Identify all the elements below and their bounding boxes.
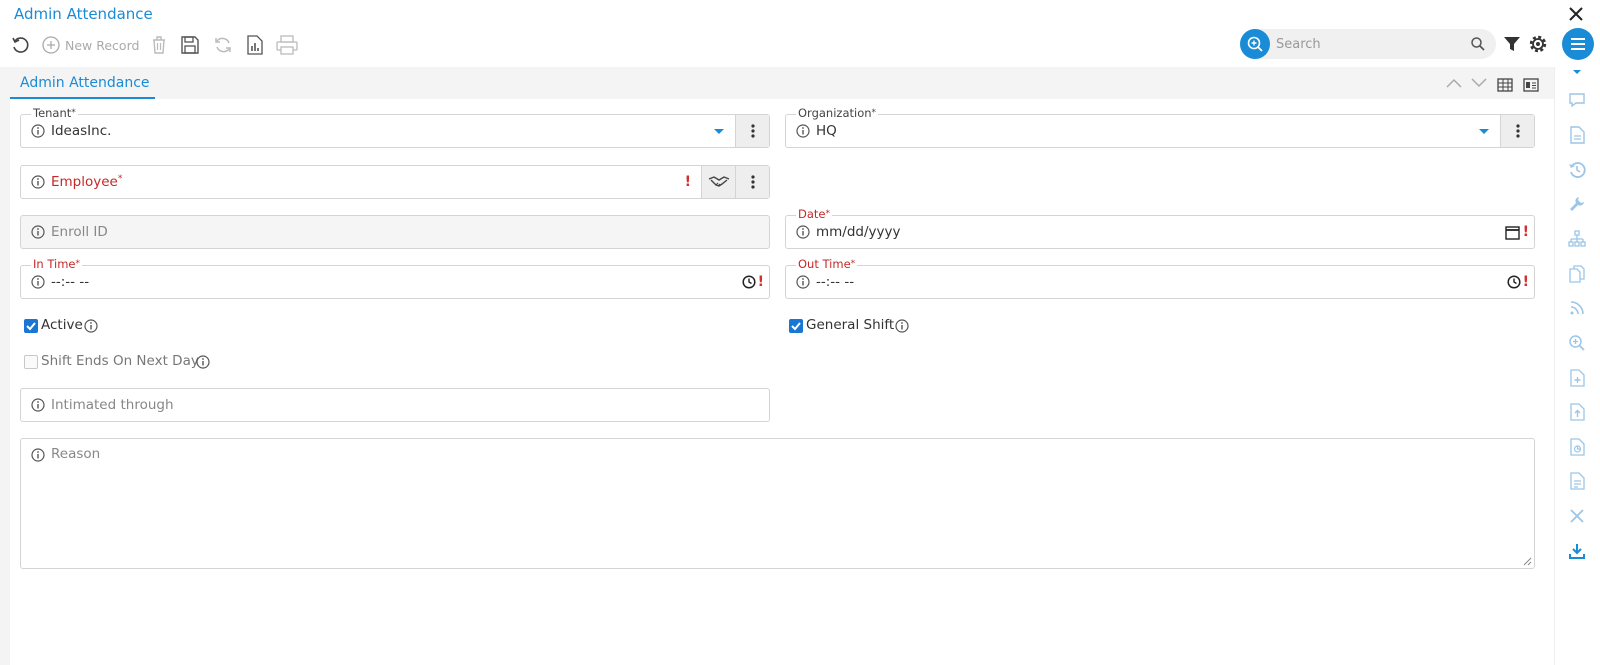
error-icon: ! [1522,224,1529,240]
employee-lookup-button[interactable] [701,166,735,198]
app-title: Admin Attendance [14,5,153,23]
chart-file-icon[interactable] [1567,437,1587,457]
error-icon: ! [757,274,764,290]
grid-view-icon[interactable] [1497,78,1513,92]
dropdown-caret-icon[interactable] [714,129,724,134]
delete-icon[interactable] [148,34,170,56]
wrench-icon[interactable] [1567,194,1587,214]
info-icon [31,124,45,138]
enroll-id-field: Enroll ID [20,215,770,249]
out-time-field[interactable]: Out Time* --:-- -- ! [785,257,1535,299]
date-field[interactable]: Date* mm/dd/yyyy ! [785,207,1535,249]
info-icon [196,355,210,369]
close-window-icon[interactable] [1566,4,1586,24]
organization-label: Organization* [796,106,879,120]
chevron-down-icon[interactable] [1470,77,1488,89]
chevron-up-icon[interactable] [1445,77,1463,89]
history-icon[interactable] [1567,160,1587,180]
organization-more-button[interactable] [1500,115,1534,147]
date-label: Date* [796,207,832,221]
employee-field[interactable]: Employee* ! [20,165,770,199]
intimated-through-field[interactable]: Intimated through [20,388,770,422]
upload-file-icon[interactable] [1567,402,1587,422]
error-icon: ! [1522,274,1529,290]
dropdown-caret-icon[interactable] [1479,129,1489,134]
in-time-label: In Time* [31,257,82,271]
active-label: Active [41,317,83,333]
right-sidebar [1554,67,1600,665]
close-icon[interactable] [1567,506,1587,526]
organization-value: HQ [816,123,837,139]
info-icon [796,124,810,138]
chat-icon[interactable] [1567,90,1587,110]
print-icon[interactable] [276,34,298,56]
download-icon[interactable] [1567,541,1587,561]
document-icon[interactable] [1567,125,1587,145]
more-vertical-icon [750,124,755,138]
error-icon: ! [684,174,691,190]
shift-ends-next-day-checkbox[interactable] [24,355,38,369]
info-icon [84,319,98,333]
zoom-icon[interactable] [1567,333,1587,353]
date-value: mm/dd/yyyy [816,224,901,240]
gear-icon[interactable] [1526,32,1550,56]
employee-more-button[interactable] [735,166,769,198]
refresh-icon[interactable] [212,34,234,56]
clock-icon[interactable] [742,275,756,289]
more-vertical-icon [750,175,755,189]
search-input[interactable] [1276,34,1466,54]
tenant-more-button[interactable] [735,115,769,147]
in-time-field[interactable]: In Time* --:-- -- ! [20,257,770,299]
out-time-label: Out Time* [796,257,858,271]
general-shift-checkbox[interactable] [789,319,803,333]
employee-label: Employee* [51,174,123,190]
report-file-icon[interactable] [1567,471,1587,491]
intimated-through-placeholder: Intimated through [51,397,174,413]
tab-admin-attendance[interactable]: Admin Attendance [10,72,155,99]
copy-icon[interactable] [1567,264,1587,284]
tenant-value: IdeasInc. [51,123,112,139]
advanced-search-button[interactable] [1240,29,1270,59]
add-file-icon[interactable] [1567,368,1587,388]
info-icon [796,225,810,239]
info-icon [31,448,45,462]
report-icon[interactable] [244,34,266,56]
new-record-button[interactable]: New Record [42,34,139,56]
info-icon [31,398,45,412]
general-shift-label: General Shift [806,317,895,333]
info-icon [31,175,45,189]
info-icon [796,275,810,289]
search-icon[interactable] [1470,36,1486,52]
out-time-value: --:-- -- [816,274,855,290]
form-view-icon[interactable] [1523,78,1539,92]
active-checkbox[interactable] [24,319,38,333]
tenant-field[interactable]: Tenant* IdeasInc. [20,106,770,148]
undo-icon[interactable] [9,34,31,56]
rss-icon[interactable] [1567,298,1587,318]
info-icon [895,319,909,333]
info-icon [31,225,45,239]
clock-icon[interactable] [1507,275,1521,289]
more-vertical-icon [1515,124,1520,138]
filter-icon[interactable] [1503,35,1521,53]
hamburger-icon [1571,38,1585,50]
save-icon[interactable] [179,34,201,56]
zoom-search-icon [1247,36,1263,52]
shift-ends-next-day-label: Shift Ends On Next Day [41,353,199,369]
calendar-icon[interactable] [1505,225,1520,240]
main-menu-button[interactable] [1562,28,1594,60]
reason-textarea[interactable]: Reason [20,438,1535,569]
chevron-down-icon[interactable] [1567,62,1587,82]
handshake-icon [708,176,729,187]
enroll-id-placeholder: Enroll ID [51,224,108,240]
resize-handle-icon[interactable] [1523,557,1532,566]
add-circle-icon [42,36,60,54]
hierarchy-icon[interactable] [1567,229,1587,249]
organization-field[interactable]: Organization* HQ [785,106,1535,148]
in-time-value: --:-- -- [51,274,90,290]
tenant-label: Tenant* [31,106,78,120]
new-record-label: New Record [65,37,140,53]
reason-placeholder: Reason [51,446,101,462]
info-icon [31,275,45,289]
